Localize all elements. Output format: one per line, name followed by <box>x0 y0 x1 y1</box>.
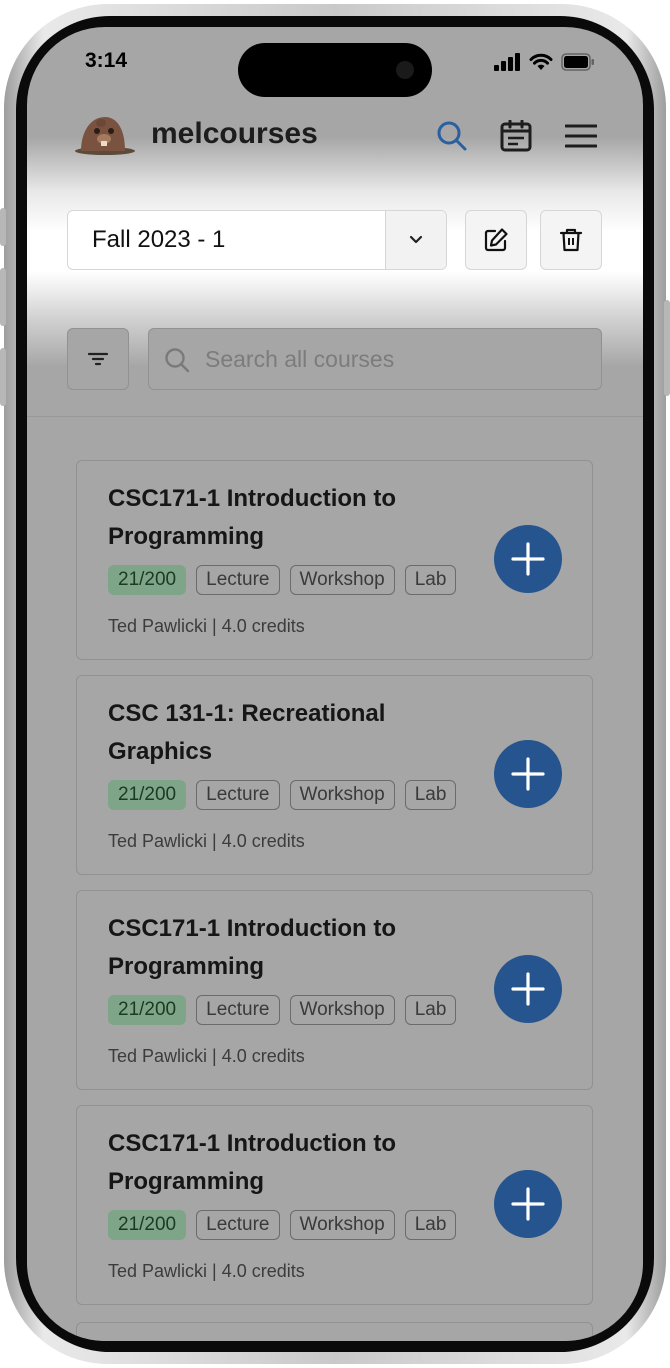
course-title: CSC171-1 Introduction to Programming <box>108 1130 397 1195</box>
action-button <box>0 208 6 246</box>
enrollment-badge: 21/200 <box>108 780 187 810</box>
course-meta: Ted Pawlicki | 4.0 credits <box>108 616 305 636</box>
course-title: CSC 131-1: Recreational Graphics <box>108 700 386 765</box>
enrollment-badge: 21/200 <box>108 1210 187 1240</box>
search-placeholder: Search all courses <box>205 346 395 372</box>
course-credits: 4.0 credits <box>221 831 305 851</box>
tag-lecture: Lecture <box>196 565 280 595</box>
beaver-logo <box>75 117 135 155</box>
tag-lab: Lab <box>404 1210 457 1240</box>
course-badges: 21/200 Lecture Workshop Lab <box>108 1210 457 1240</box>
course-search-input[interactable]: Search all courses <box>148 328 602 390</box>
trash-icon <box>559 228 583 252</box>
course-credits: 4.0 credits <box>221 1046 305 1066</box>
plus-icon <box>511 542 545 576</box>
instructor-name: Ted Pawlicki <box>108 1046 208 1066</box>
volume-up-button <box>0 268 6 326</box>
tag-lecture: Lecture <box>196 780 280 810</box>
hamburger-menu-icon[interactable] <box>565 120 597 152</box>
wifi-icon <box>529 53 553 70</box>
tag-lecture: Lecture <box>196 995 280 1025</box>
add-course-button[interactable] <box>494 740 562 808</box>
add-course-button[interactable] <box>494 1170 562 1238</box>
instructor-name: Ted Pawlicki <box>108 616 208 636</box>
course-card[interactable]: CSC171-1 Introduction to Programming 21/… <box>76 1105 593 1305</box>
screen: 3:14 melcourses Fall 2023 - 1 Search all… <box>27 27 643 1341</box>
plus-icon <box>511 1187 545 1221</box>
tag-workshop: Workshop <box>289 565 395 595</box>
edit-semester-button[interactable] <box>465 210 527 270</box>
enrollment-badge: 21/200 <box>108 565 187 595</box>
battery-icon <box>561 53 594 71</box>
filter-button[interactable] <box>67 328 129 390</box>
course-title: CSC171-1 Introduction to Programming <box>108 485 397 550</box>
course-card[interactable]: CSC171-1 Introduction to Programming 21/… <box>76 460 593 660</box>
search-field-icon <box>165 348 190 373</box>
semester-value: Fall 2023 - 1 <box>92 226 226 253</box>
chevron-down-icon[interactable] <box>385 211 446 269</box>
plus-icon <box>511 972 545 1006</box>
course-card[interactable]: CSC171-1 Introduction to Programming 21/… <box>76 890 593 1090</box>
enrollment-badge: 21/200 <box>108 995 187 1025</box>
section-divider <box>27 416 643 417</box>
course-card-partial[interactable] <box>76 1322 593 1341</box>
calendar-icon[interactable] <box>500 120 532 152</box>
status-icons <box>494 53 595 71</box>
course-card[interactable]: CSC 131-1: Recreational Graphics 21/200 … <box>76 675 593 875</box>
tag-workshop: Workshop <box>289 995 395 1025</box>
tag-workshop: Workshop <box>289 1210 395 1240</box>
course-meta: Ted Pawlicki | 4.0 credits <box>108 831 305 851</box>
course-meta: Ted Pawlicki | 4.0 credits <box>108 1046 305 1066</box>
volume-down-button <box>0 348 6 406</box>
course-badges: 21/200 Lecture Workshop Lab <box>108 565 457 595</box>
plus-icon <box>511 757 545 791</box>
dynamic-island <box>238 43 432 97</box>
tag-lecture: Lecture <box>196 1210 280 1240</box>
brand-name: melcourses <box>151 117 318 150</box>
semester-select[interactable]: Fall 2023 - 1 <box>67 210 447 270</box>
instructor-name: Ted Pawlicki <box>108 1261 208 1281</box>
tag-lab: Lab <box>404 995 457 1025</box>
power-button <box>664 300 670 396</box>
signal-icon <box>494 53 520 71</box>
search-icon[interactable] <box>436 120 468 152</box>
course-badges: 21/200 Lecture Workshop Lab <box>108 995 457 1025</box>
course-meta: Ted Pawlicki | 4.0 credits <box>108 1261 305 1281</box>
course-credits: 4.0 credits <box>221 616 305 636</box>
course-credits: 4.0 credits <box>221 1261 305 1281</box>
add-course-button[interactable] <box>494 955 562 1023</box>
tag-lab: Lab <box>404 565 457 595</box>
tag-workshop: Workshop <box>289 780 395 810</box>
add-course-button[interactable] <box>494 525 562 593</box>
tag-lab: Lab <box>404 780 457 810</box>
status-time: 3:14 <box>85 49 128 72</box>
delete-semester-button[interactable] <box>540 210 602 270</box>
course-title: CSC171-1 Introduction to Programming <box>108 915 397 980</box>
filter-icon <box>87 352 109 366</box>
edit-icon <box>484 228 508 252</box>
course-badges: 21/200 Lecture Workshop Lab <box>108 780 457 810</box>
instructor-name: Ted Pawlicki <box>108 831 208 851</box>
